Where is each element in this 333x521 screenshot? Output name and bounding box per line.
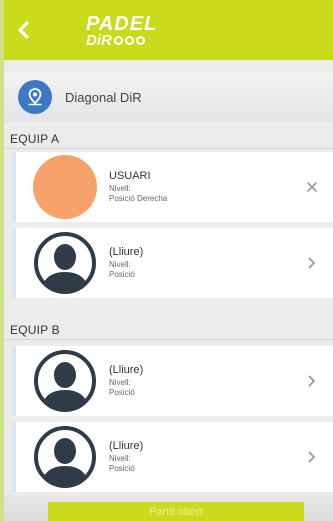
logo-text-dir-label: DiR xyxy=(86,32,112,49)
player-name: USUARI xyxy=(109,170,151,183)
select-player-button[interactable] xyxy=(300,257,324,269)
player-info: USUARI Nivell: Posició Derecha xyxy=(109,170,300,203)
person-silhouette-icon xyxy=(34,426,96,488)
player-level: Nivell: xyxy=(109,378,131,388)
player-position: Posició xyxy=(109,270,135,280)
player-info: (Lliure) Nivell: Posició xyxy=(109,246,300,279)
chevron-left-icon xyxy=(18,21,29,39)
venue-name: Diagonal DiR xyxy=(65,89,142,105)
divider xyxy=(4,339,333,340)
avatar xyxy=(33,231,97,295)
player-info: (Lliure) Nivell: Posició xyxy=(109,440,300,473)
player-position: Posició xyxy=(109,464,135,474)
avatar xyxy=(33,155,97,219)
person-silhouette-icon xyxy=(34,350,96,412)
team-b-player-2-row[interactable]: (Lliure) Nivell: Posició xyxy=(12,422,333,492)
divider xyxy=(4,148,333,149)
team-b-label: EQUIP B xyxy=(10,323,60,337)
player-name: (Lliure) xyxy=(109,364,144,377)
logo-text-dir: DiR xyxy=(86,33,157,48)
player-level: Nivell: xyxy=(109,454,131,464)
chevron-right-icon xyxy=(308,451,315,463)
open-match-button[interactable]: Partit obert xyxy=(48,502,304,521)
chevron-right-icon xyxy=(308,375,315,387)
app-logo: PADEL DiR xyxy=(86,14,157,48)
close-icon xyxy=(307,182,317,192)
ball-icon xyxy=(124,36,134,45)
team-a-player-1-row[interactable]: USUARI Nivell: Posició Derecha xyxy=(12,152,333,222)
select-player-button[interactable] xyxy=(300,375,324,387)
app-screen: PADEL DiR Diagonal DiR EQUIP A USUARI Ni… xyxy=(0,0,333,521)
back-button[interactable] xyxy=(4,0,44,60)
user-avatar xyxy=(33,155,97,219)
player-name: (Lliure) xyxy=(109,440,144,453)
player-position: Posició xyxy=(109,388,135,398)
top-bar: PADEL DiR xyxy=(4,0,333,60)
avatar xyxy=(33,349,97,413)
player-info: (Lliure) Nivell: Posició xyxy=(109,364,300,397)
team-b-player-1-row[interactable]: (Lliure) Nivell: Posició xyxy=(12,346,333,416)
ball-icon xyxy=(113,36,123,45)
logo-text-padel: PADEL xyxy=(86,13,158,35)
player-level: Nivell: xyxy=(109,260,131,270)
team-a-player-2-row[interactable]: (Lliure) Nivell: Posició xyxy=(12,228,333,298)
player-position: Posició Derecha xyxy=(109,194,168,204)
remove-player-button[interactable] xyxy=(300,182,324,192)
team-a-label: EQUIP A xyxy=(10,132,60,146)
chevron-right-icon xyxy=(308,257,315,269)
avatar xyxy=(33,425,97,489)
player-name: (Lliure) xyxy=(109,246,144,259)
player-level: Nivell: xyxy=(109,184,131,194)
select-player-button[interactable] xyxy=(300,451,324,463)
venue-row[interactable]: Diagonal DiR xyxy=(4,72,333,122)
location-pin-icon xyxy=(18,80,52,114)
ball-icon xyxy=(135,36,145,45)
person-silhouette-icon xyxy=(34,232,96,294)
